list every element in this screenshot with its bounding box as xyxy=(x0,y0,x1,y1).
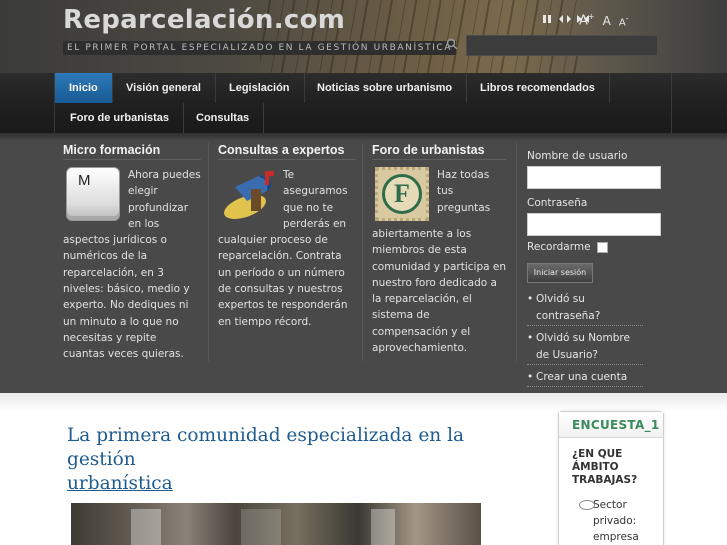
photo-detail xyxy=(371,509,395,545)
nav-item-legislacion[interactable]: Legislación xyxy=(215,73,305,103)
stamp-letter: F xyxy=(382,174,422,214)
article-title-link[interactable]: urbanística xyxy=(67,473,173,494)
forum-stamp-image: F xyxy=(375,167,431,222)
nav-item-vision-general[interactable]: Visión general xyxy=(112,73,216,103)
remember-checkbox[interactable] xyxy=(596,241,608,253)
nav-item-inicio[interactable]: Inicio xyxy=(55,73,113,103)
nav-item-libros[interactable]: Libros recomendados xyxy=(466,73,610,103)
site-tagline: EL PRIMER PORTAL ESPECIALIZADO EN LA GES… xyxy=(63,41,457,55)
main-navigation: Inicio Visión general Legislación Notici… xyxy=(0,73,727,133)
create-account-link[interactable]: Crear una cuenta xyxy=(527,369,643,387)
login-button[interactable]: Iniciar sesión xyxy=(527,263,593,283)
search-input[interactable] xyxy=(466,35,658,56)
micro-formacion-title[interactable]: Micro formación xyxy=(63,143,201,160)
article-title-line1: La primera comunidad especializada en la… xyxy=(67,425,465,470)
remember-row: Recordarme xyxy=(527,241,667,253)
key-letter: M xyxy=(78,172,91,189)
username-input[interactable] xyxy=(527,166,661,189)
remember-label: Recordarme xyxy=(527,241,591,253)
column-divider xyxy=(208,143,209,361)
username-label: Nombre de usuario xyxy=(527,150,628,162)
poll-module: ENCUESTA_1 ¿EN QUE ÁMBITO TRABAJAS? Sect… xyxy=(558,411,664,545)
keyboard-key-image: M xyxy=(66,167,122,222)
micro-formacion-module: Micro formación M Ahora puedes elegir pr… xyxy=(63,143,201,363)
poll-option[interactable]: Sector privado: empresa xyxy=(559,487,663,545)
consultas-expertos-title[interactable]: Consultas a expertos xyxy=(218,143,356,160)
foro-urbanistas-module: Foro de urbanistas F Haz todas tus pregu… xyxy=(372,143,506,356)
width-toggle-icon[interactable] xyxy=(559,14,571,24)
site-title[interactable]: Reparcelación.com xyxy=(63,5,345,35)
poll-title: ENCUESTA_1 xyxy=(559,412,663,438)
font-reset-icon[interactable]: A xyxy=(603,14,611,28)
font-increase-icon[interactable]: A+ xyxy=(579,12,595,28)
nav-item-consultas[interactable]: Consultas xyxy=(182,103,265,133)
poll-question: ¿EN QUE ÁMBITO TRABAJAS? xyxy=(572,448,638,486)
forgot-username-link[interactable]: Olvidó su Nombre de Usuario? xyxy=(527,330,643,365)
page: Reparcelación.com EL PRIMER PORTAL ESPEC… xyxy=(0,0,727,545)
password-input[interactable] xyxy=(527,213,661,236)
foro-urbanistas-title[interactable]: Foro de urbanistas xyxy=(372,143,506,160)
photo-detail xyxy=(131,509,161,545)
nav-item-foro[interactable]: Foro de urbanistas xyxy=(56,103,185,133)
forgot-password-link[interactable]: Olvidó su contraseña? xyxy=(527,291,643,326)
mailbox-image xyxy=(221,167,277,222)
login-links: Olvidó su contraseña? Olvidó su Nombre d… xyxy=(527,291,667,387)
photo-detail xyxy=(241,509,281,545)
nav-bar: Inicio Visión general Legislación Notici… xyxy=(54,73,672,133)
article-title: La primera comunidad especializada en la… xyxy=(67,424,527,496)
font-decrease-icon[interactable]: A- xyxy=(619,14,629,28)
column-divider xyxy=(362,143,363,361)
site-header: Reparcelación.com EL PRIMER PORTAL ESPEC… xyxy=(0,0,727,73)
nav-item-noticias[interactable]: Noticias sobre urbanismo xyxy=(303,73,468,103)
font-size-controls: A+ A A- xyxy=(579,12,629,28)
login-form: Nombre de usuario Contraseña Recordarme … xyxy=(527,150,667,391)
search-icon xyxy=(446,38,460,52)
article-photo xyxy=(71,503,481,545)
pause-icon[interactable] xyxy=(542,14,553,24)
password-label: Contraseña xyxy=(527,197,588,209)
poll-option-radio[interactable] xyxy=(579,500,595,510)
column-divider xyxy=(516,143,517,361)
consultas-expertos-module: Consultas a expertos Te aseguramos que n… xyxy=(218,143,356,330)
panel-shadow xyxy=(0,133,727,141)
